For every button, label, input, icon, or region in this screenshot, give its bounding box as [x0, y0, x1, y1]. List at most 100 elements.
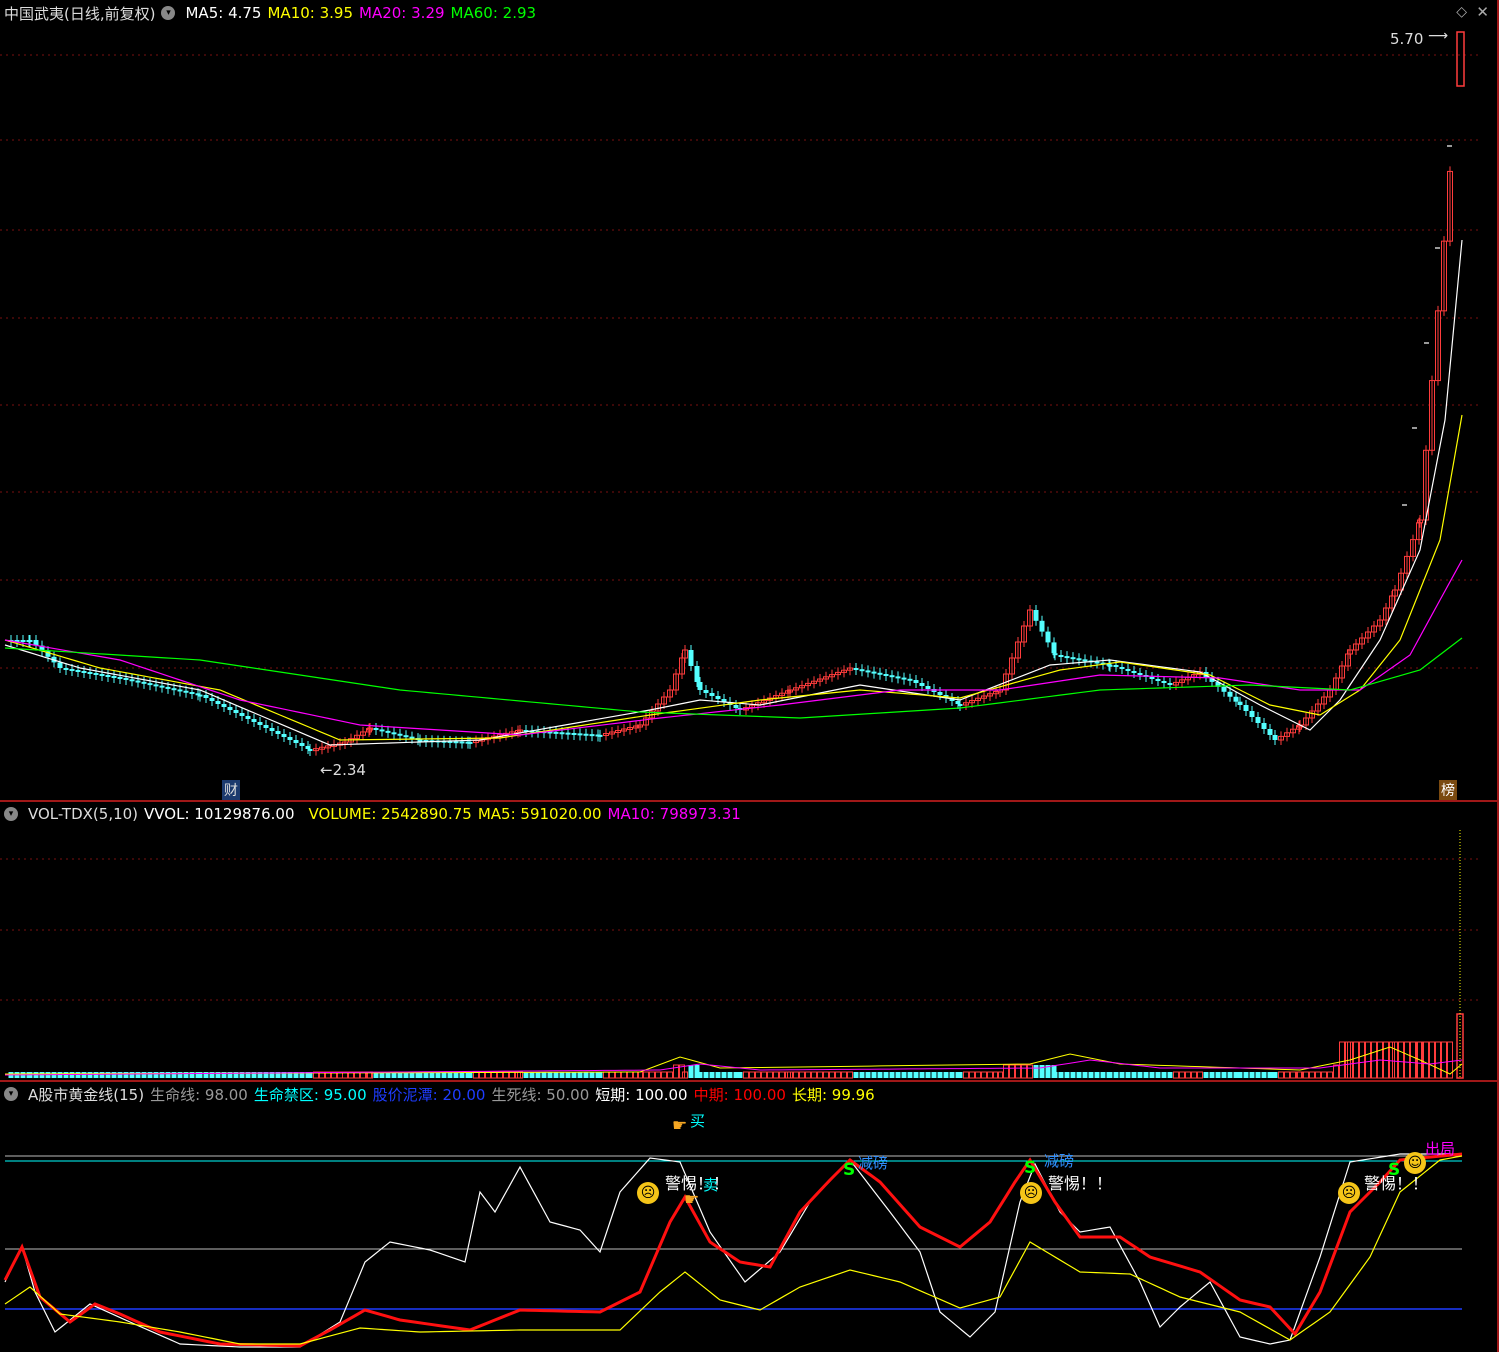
life-line-label: 生命线: 98.00	[150, 1085, 248, 1104]
mid-term-label: 中期: 100.00	[693, 1085, 786, 1104]
candle-down	[275, 731, 281, 734]
candle-down	[937, 692, 943, 695]
volume-bar-up	[823, 1071, 829, 1079]
volume-bar-down	[1243, 1072, 1249, 1078]
volume-bar-down	[529, 1072, 535, 1078]
candle-down	[853, 668, 859, 670]
volume-bar-down	[931, 1072, 937, 1078]
candle-down	[467, 741, 473, 744]
volume-bar-up	[1327, 1071, 1333, 1079]
volume-bar-down	[1161, 1072, 1167, 1078]
volume-bar-down	[1088, 1072, 1094, 1078]
candle-down	[1249, 711, 1255, 717]
volume-bar-down	[1167, 1072, 1173, 1078]
volume-bar-down	[715, 1072, 721, 1078]
close-icon[interactable]: ✕	[1476, 3, 1489, 21]
volume-bar-down	[589, 1072, 595, 1078]
volume-bar-down	[75, 1072, 81, 1078]
settings-toggle-icon[interactable]: ▾	[161, 6, 176, 20]
candle-down	[1113, 665, 1119, 667]
candle-down	[215, 701, 221, 704]
volume-bar-down	[123, 1072, 129, 1078]
low-price-label: ←2.34	[320, 761, 366, 779]
volume-bar-up	[615, 1071, 621, 1079]
volume-title[interactable]: VOL-TDX(5,10)	[28, 805, 138, 823]
diamond-icon[interactable]: ◇	[1456, 4, 1467, 20]
volume-bar-down	[171, 1072, 177, 1078]
volume-bar-down	[1261, 1072, 1267, 1078]
volume-bar-down	[147, 1072, 153, 1078]
candle-down	[197, 694, 203, 697]
price-header: 中国武夷(日线,前复权) ▾ MA5: 4.75 MA10: 3.95 MA20…	[4, 3, 536, 23]
volume-pane[interactable]: ▾ VOL-TDX(5,10) VVOL: 10129876.00 VOLUME…	[0, 802, 1499, 1080]
volume-bar-up	[1290, 1071, 1296, 1079]
volume-bar-down	[1209, 1072, 1215, 1078]
volume-bar-down	[1267, 1072, 1273, 1078]
candle-down	[245, 716, 251, 719]
long-term-label: 长期: 99.96	[791, 1085, 875, 1104]
volume-bar-down	[1125, 1072, 1131, 1078]
volume-bar-up	[627, 1071, 633, 1079]
volume-bar-down	[1094, 1072, 1100, 1078]
volume-bar-up	[761, 1071, 767, 1079]
volume-bar-down	[1033, 1065, 1039, 1078]
candle-down	[883, 674, 889, 676]
volume-bar-down	[901, 1072, 907, 1078]
ma60-label: MA60: 2.93	[450, 4, 537, 22]
ma20-label: MA20: 3.29	[359, 4, 445, 22]
volume-bar-down	[577, 1072, 583, 1078]
volume-bar-down	[93, 1072, 99, 1078]
volume-bar-down	[1107, 1072, 1113, 1078]
volume-bar-down	[1058, 1072, 1064, 1078]
stock-title[interactable]: 中国武夷(日线,前复权)	[4, 3, 155, 24]
sad-face-icon: ☹	[637, 1182, 659, 1204]
volume-bar-up	[799, 1071, 805, 1079]
volume-bar-up	[1015, 1064, 1021, 1079]
ranking-tag[interactable]: 榜	[1439, 780, 1457, 800]
volume-bar-down	[117, 1072, 123, 1078]
gold-title[interactable]: A股市黄金线(15)	[28, 1084, 144, 1105]
volume-bar-down	[1052, 1072, 1058, 1078]
candle-down	[63, 668, 69, 670]
s-signal-icon: S	[1388, 1160, 1401, 1180]
volume-bar-up	[1185, 1071, 1191, 1079]
short-term-label: 短期: 100.00	[595, 1085, 688, 1104]
finance-tag[interactable]: 财	[222, 780, 240, 800]
volume-bar-down	[105, 1072, 111, 1078]
candle-down	[1058, 655, 1064, 657]
ma10-line	[4, 414, 1463, 741]
volume-bar-up	[667, 1071, 673, 1079]
volume-bar-up	[643, 1071, 649, 1079]
vol-ma5-label: MA5: 591020.00	[477, 805, 602, 823]
volume-bar-down	[1070, 1072, 1076, 1078]
candle-down	[257, 722, 263, 725]
gold-settings-icon[interactable]: ▾	[4, 1087, 18, 1101]
volume-bar-up	[1404, 1041, 1410, 1079]
volume-bar-up	[1021, 1064, 1027, 1079]
volume-settings-icon[interactable]: ▾	[4, 807, 18, 821]
volume-bar-up	[743, 1071, 749, 1079]
volume-bar-up	[793, 1071, 799, 1079]
volume-bar-up	[1303, 1071, 1309, 1079]
candle-down	[688, 650, 694, 666]
candle-down	[129, 679, 135, 682]
candle-down	[123, 678, 129, 680]
volume-chart	[0, 830, 1480, 1079]
volume-bar-up	[817, 1071, 823, 1079]
price-pane[interactable]: 中国武夷(日线,前复权) ▾ MA5: 4.75 MA10: 3.95 MA20…	[0, 0, 1499, 800]
candle-down	[1255, 717, 1261, 723]
candle-down	[957, 704, 963, 706]
gold-line-pane[interactable]: ▾ A股市黄金线(15) 生命线: 98.00 生命禁区: 95.00 股价泥潭…	[0, 1082, 1499, 1352]
volume-bar-down	[165, 1072, 171, 1078]
candle-down	[1233, 696, 1239, 702]
candle-down	[715, 696, 721, 699]
volume-bar-down	[583, 1072, 589, 1078]
ma10-label: MA10: 3.95	[267, 4, 354, 22]
volume-bar-down	[949, 1072, 955, 1078]
volume-bar-down	[1227, 1072, 1233, 1078]
sad-face-icon: ☹	[1338, 1182, 1360, 1204]
long-term-line	[4, 1155, 1463, 1345]
volume-bar-up	[981, 1071, 987, 1079]
candle-down	[287, 737, 293, 740]
volume-bar-down	[141, 1072, 147, 1078]
